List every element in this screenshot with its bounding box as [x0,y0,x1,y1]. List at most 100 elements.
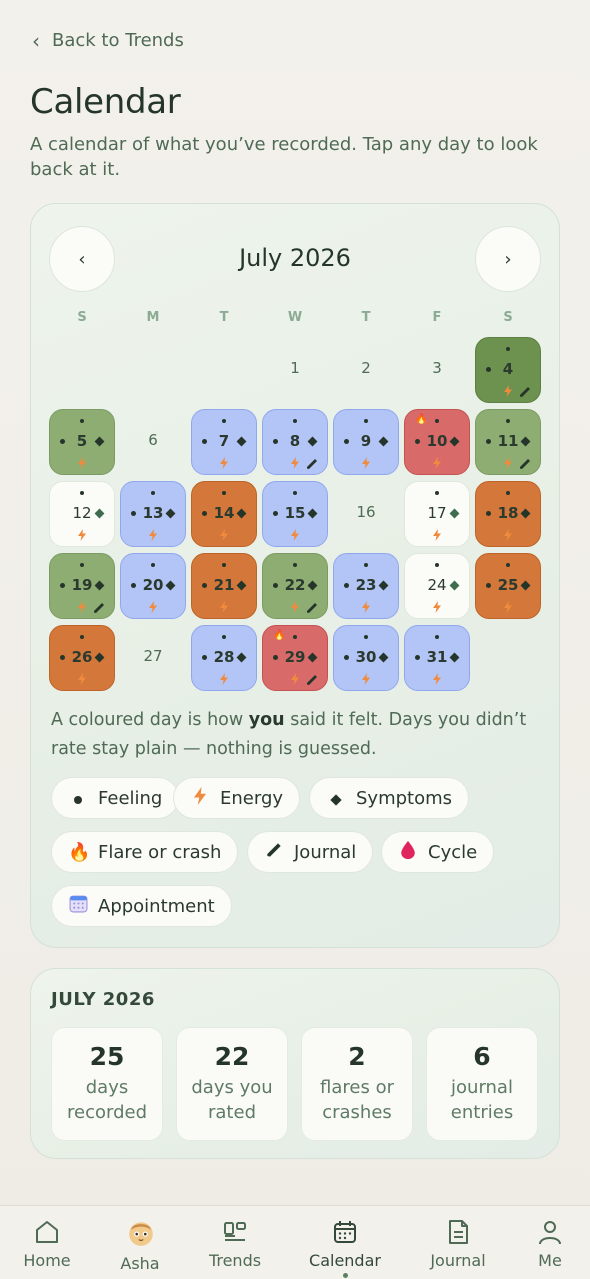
calendar-day[interactable]: 20 [120,553,186,619]
feeling-dot-icon [415,655,420,660]
stat-value: 25 [89,1042,125,1071]
energy-bolt-icon [362,454,370,469]
summary-stat: 25 days recorded [51,1027,163,1141]
calendar-day[interactable]: 11 [475,409,541,475]
calendar-day[interactable]: 8 [262,409,328,475]
calendar-day[interactable]: 26 [49,625,115,691]
home-icon [33,1218,61,1246]
feeling-dot-icon [435,563,439,567]
calendar-day[interactable]: 14 [191,481,257,547]
legend-chip-journal[interactable]: Journal [247,831,374,873]
flare-fire-icon: 🔥 [415,414,428,425]
energy-bolt-icon [291,670,299,685]
calendar-day[interactable]: 19 [49,553,115,619]
energy-bolt-icon [220,454,228,469]
bolt-icon [190,786,210,810]
next-month-button[interactable]: › [475,226,541,292]
day-number: 3 [432,359,442,377]
calendar-day[interactable]: 29 🔥 [262,625,328,691]
feeling-dot-icon [222,419,226,423]
feeling-dot-icon [344,583,349,588]
feeling-dot-icon [506,491,510,495]
feeling-dot-icon [293,635,297,639]
journal-pen-icon [519,383,531,397]
back-to-trends-link[interactable]: ‹ Back to Trends [32,30,184,51]
feeling-dot-icon [80,419,84,423]
calendar-day[interactable]: 27 [120,625,186,691]
calendar-day[interactable]: 1 [262,337,328,403]
tab-label: Me [538,1251,562,1270]
calendar-day[interactable]: 12 [49,481,115,547]
day-number: 1 [290,359,300,377]
weekday-label: T [361,310,371,325]
feeling-dot-icon [293,563,297,567]
energy-bolt-icon [504,382,512,397]
journal-pen-icon [93,599,105,613]
calendar-day[interactable]: 31 [404,625,470,691]
legend-chip-feeling[interactable]: Feeling [51,777,180,819]
feeling-dot-icon [364,563,368,567]
calendar-day[interactable]: 13 [120,481,186,547]
chevron-left-icon: ‹ [32,28,40,53]
calendar-day[interactable]: 9 [333,409,399,475]
legend-chip-label: Appointment [98,895,215,917]
summary-stat: 22 days you rated [176,1027,288,1141]
tab-label: Asha [120,1254,160,1273]
trends-icon [221,1218,249,1246]
tab-me[interactable]: Me [505,1206,590,1279]
tab-journal[interactable]: Journal [413,1206,503,1279]
calendar-day[interactable]: 17 [404,481,470,547]
tab-label: Home [23,1251,71,1270]
calendar-day[interactable]: 4 [475,337,541,403]
feeling-dot-icon [222,563,226,567]
dot-icon [68,788,88,809]
calendar-day[interactable]: 24 [404,553,470,619]
calendar-day[interactable]: 22 [262,553,328,619]
calendar-day[interactable]: 7 [191,409,257,475]
stat-value: 2 [348,1042,366,1071]
legend-chip-flare[interactable]: 🔥 Flare or crash [51,831,239,873]
summary-stat: 2 flares or crashes [301,1027,413,1141]
active-tab-indicator [342,1273,348,1278]
calendar-day[interactable]: 5 [49,409,115,475]
calendar-day[interactable]: 30 [333,625,399,691]
tab-asha[interactable]: Asha [95,1206,185,1279]
tab-home[interactable]: Home [2,1206,92,1279]
calendar-day[interactable]: 10 🔥 [404,409,470,475]
diamond-icon [326,788,346,809]
calendar-day[interactable]: 2 [333,337,399,403]
energy-bolt-icon [362,670,370,685]
legend-chip-label: Flare or crash [98,841,222,863]
tab-calendar[interactable]: Calendar [300,1206,390,1279]
energy-bolt-icon [78,526,86,541]
calendar-day[interactable]: 16 [333,481,399,547]
calendar-day[interactable]: 23 [333,553,399,619]
calendar-day[interactable]: 18 [475,481,541,547]
calendar-day[interactable]: 3 [404,337,470,403]
energy-bolt-icon [78,598,86,613]
calendar-day[interactable]: 21 [191,553,257,619]
legend-chip-symptoms[interactable]: Symptoms [309,777,470,819]
calendar-day[interactable]: 25 [475,553,541,619]
energy-bolt-icon [220,598,228,613]
calendar-day[interactable]: 28 [191,625,257,691]
tab-label: Journal [430,1251,486,1270]
feeling-dot-icon [80,635,84,639]
legend-chip-cycle[interactable]: Cycle [381,831,495,873]
legend-chip-appointment[interactable]: Appointment [51,885,232,927]
feeling-dot-icon [202,439,207,444]
feeling-dot-icon [60,583,65,588]
tab-label: Trends [208,1251,262,1270]
feeling-dot-icon [364,419,368,423]
feeling-dot-icon [80,491,84,495]
bottom-tab-bar: Home Asha Trends Calendar Journal Me [0,1205,590,1279]
feeling-dot-icon [131,583,136,588]
energy-bolt-icon [504,454,512,469]
calendar-day[interactable]: 6 [120,409,186,475]
legend-chip-energy[interactable]: Energy [173,777,301,819]
calendar-day[interactable]: 15 [262,481,328,547]
stat-label: days you rated [191,1077,273,1123]
tab-trends[interactable]: Trends [190,1206,280,1279]
weekday-label: S [77,310,87,325]
stat-label: days recorded [67,1077,147,1123]
